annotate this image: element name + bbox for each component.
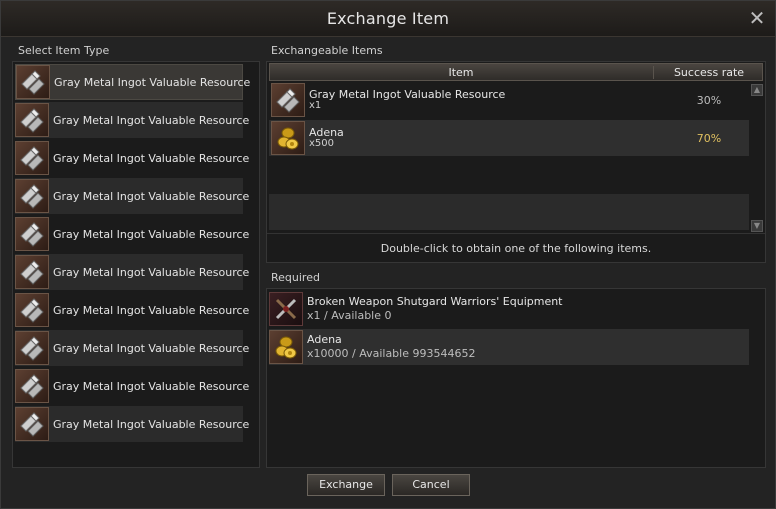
item-type-label: Gray Metal Ingot Valuable Resource [53, 189, 250, 203]
item-type-row[interactable]: Gray Metal Ingot Valuable Resource [15, 216, 249, 252]
divider [267, 233, 765, 234]
metal-ingot-icon [15, 293, 49, 327]
item-type-label: Gray Metal Ingot Valuable Resource [53, 379, 250, 393]
item-type-row[interactable]: Gray Metal Ingot Valuable Resource [15, 64, 250, 100]
required-item-qty: x1 / Available 0 [307, 309, 392, 322]
success-rate: 70% [696, 131, 722, 145]
required-item-row: Broken Weapon Shutgard Warriors' Equipme… [269, 291, 749, 327]
item-type-row[interactable]: Gray Metal Ingot Valuable Resource [15, 140, 249, 176]
exchange-hint: Double-click to obtain one of the follow… [380, 242, 652, 255]
exchangeable-item-text: Gray Metal Ingot Valuable Resource x1 [309, 89, 649, 111]
window-title: Exchange Item [326, 9, 450, 28]
metal-ingot-icon [15, 407, 49, 441]
exchange-button[interactable]: Exchange [307, 474, 385, 496]
metal-ingot-icon [15, 331, 49, 365]
item-type-label: Gray Metal Ingot Valuable Resource [53, 113, 250, 127]
item-type-row[interactable]: Gray Metal Ingot Valuable Resource [15, 330, 249, 366]
exchangeable-item-row[interactable]: Gray Metal Ingot Valuable Resource x1 30% [269, 82, 749, 118]
item-type-row[interactable]: Gray Metal Ingot Valuable Resource [15, 368, 249, 404]
item-type-row[interactable]: Gray Metal Ingot Valuable Resource [15, 102, 249, 138]
item-type-label: Gray Metal Ingot Valuable Resource [53, 265, 250, 279]
select-item-type-label: Select Item Type [18, 44, 110, 57]
item-type-label: Gray Metal Ingot Valuable Resource [53, 151, 250, 165]
required-item-row: Adena x10000 / Available 993544652 [269, 329, 749, 365]
required-items-panel: Broken Weapon Shutgard Warriors' Equipme… [266, 288, 766, 468]
adena-coins-icon [269, 330, 303, 364]
scroll-down-icon[interactable]: ▼ [751, 220, 763, 232]
scroll-up-icon[interactable]: ▲ [751, 84, 763, 96]
required-item-name: Broken Weapon Shutgard Warriors' Equipme… [307, 295, 563, 308]
item-type-label: Gray Metal Ingot Valuable Resource [53, 417, 250, 431]
exchangeable-item-qty: x1 [309, 100, 322, 111]
metal-ingot-icon [16, 65, 50, 99]
item-type-label: Gray Metal Ingot Valuable Resource [54, 75, 251, 89]
empty-row [269, 194, 749, 230]
required-item-text: Broken Weapon Shutgard Warriors' Equipme… [307, 295, 563, 323]
exchangeable-item-row[interactable]: Adena x500 70% [269, 120, 749, 156]
required-item-qty: x10000 / Available 993544652 [307, 347, 476, 360]
close-icon[interactable]: ✕ [747, 8, 767, 29]
metal-ingot-icon [15, 141, 49, 175]
item-type-list[interactable]: Gray Metal Ingot Valuable Resource Gray … [12, 61, 260, 468]
required-label: Required [271, 271, 320, 284]
item-type-label: Gray Metal Ingot Valuable Resource [53, 227, 250, 241]
item-type-row[interactable]: Gray Metal Ingot Valuable Resource [15, 406, 249, 442]
column-header-item: Item [448, 66, 474, 79]
title-bar: Exchange Item ✕ [1, 1, 775, 37]
metal-ingot-icon [271, 83, 305, 117]
exchangeable-item-name: Gray Metal Ingot Valuable Resource [309, 88, 506, 101]
success-rate: 30% [696, 93, 722, 107]
metal-ingot-icon [15, 103, 49, 137]
required-item-text: Adena x10000 / Available 993544652 [307, 333, 475, 361]
broken-weapon-icon [269, 292, 303, 326]
exchangeable-item-text: Adena x500 [309, 127, 649, 149]
item-type-label: Gray Metal Ingot Valuable Resource [53, 341, 250, 355]
exchangeable-item-name: Adena [309, 126, 344, 139]
exchangeable-items-panel: Item Success rate Gray Metal Ingot Valua… [266, 61, 766, 263]
metal-ingot-icon [15, 179, 49, 213]
required-item-name: Adena [307, 333, 342, 346]
item-type-row[interactable]: Gray Metal Ingot Valuable Resource [15, 254, 249, 290]
item-type-row[interactable]: Gray Metal Ingot Valuable Resource [15, 292, 249, 328]
column-header-success-rate: Success rate [653, 66, 764, 79]
exchangeable-item-qty: x500 [309, 138, 335, 149]
table-header: Item Success rate [269, 63, 763, 81]
metal-ingot-icon [15, 217, 49, 251]
cancel-button[interactable]: Cancel [392, 474, 470, 496]
adena-coins-icon [271, 121, 305, 155]
metal-ingot-icon [15, 369, 49, 403]
exchange-item-window: Exchange Item ✕ Select Item Type Gray Me… [0, 0, 776, 509]
exchangeable-items-label: Exchangeable Items [271, 44, 383, 57]
metal-ingot-icon [15, 255, 49, 289]
item-type-row[interactable]: Gray Metal Ingot Valuable Resource [15, 178, 249, 214]
item-type-label: Gray Metal Ingot Valuable Resource [53, 303, 250, 317]
